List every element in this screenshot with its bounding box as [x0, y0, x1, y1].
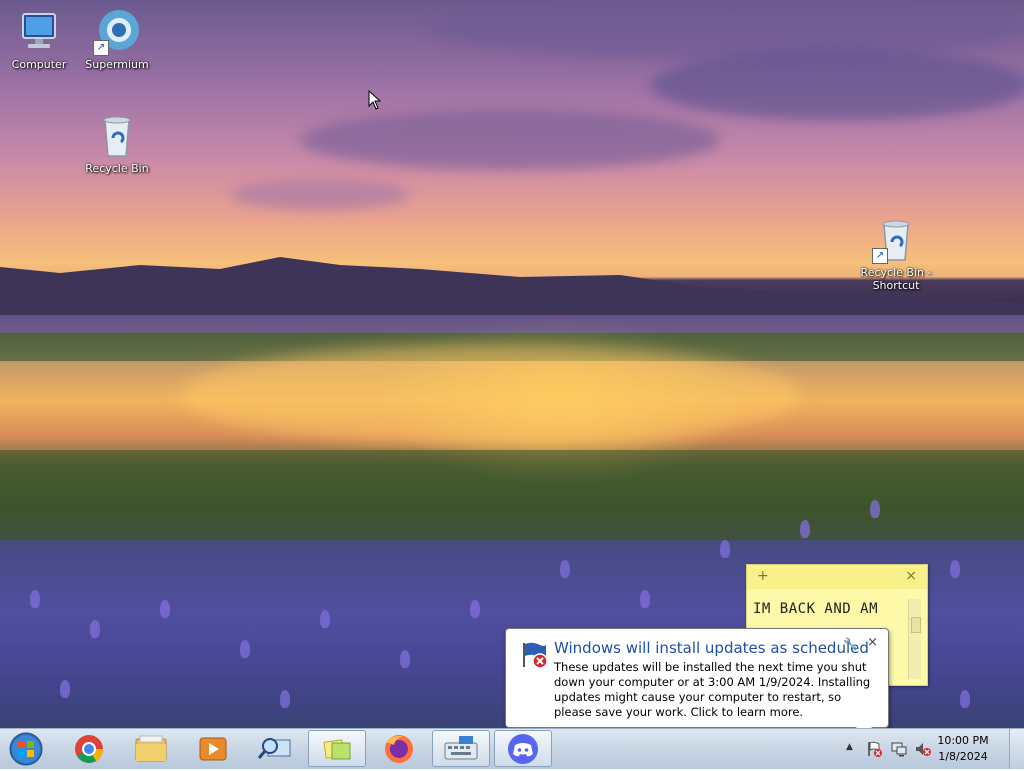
- taskbar-discord[interactable]: [494, 730, 552, 767]
- sticky-note-title-bar[interactable]: + ×: [747, 565, 927, 589]
- start-button[interactable]: [4, 731, 48, 767]
- taskbar-firefox[interactable]: [370, 730, 428, 767]
- media-player-icon: [199, 737, 227, 761]
- update-notification-balloon[interactable]: Windows will install updates as schedule…: [505, 628, 889, 739]
- shortcut-arrow-icon: ↗: [872, 248, 888, 264]
- folder-icon: [135, 735, 167, 762]
- clock-time: 10:00 PM: [937, 734, 989, 747]
- desktop-icon-label: Recycle Bin - Shortcut: [860, 266, 932, 292]
- keyboard-icon: [444, 736, 478, 760]
- windows-update-flag-icon: [523, 642, 548, 669]
- windows-orb-icon: [9, 732, 43, 766]
- network-icon[interactable]: [890, 740, 908, 758]
- taskbar-chrome[interactable]: [60, 730, 118, 767]
- taskbar-media-player[interactable]: [184, 730, 242, 767]
- taskbar-search[interactable]: [246, 730, 304, 767]
- close-notification-button[interactable]: ×: [867, 635, 878, 650]
- taskbar: ▲ 10:00 PM 1/8/2024: [0, 728, 1024, 769]
- desktop-icon-recycle-bin-shortcut[interactable]: ↗ Recycle Bin - Shortcut: [857, 216, 935, 292]
- mouse-cursor-icon: [368, 90, 382, 110]
- notification-options-icon[interactable]: 🔧: [843, 637, 858, 651]
- chrome-icon: [75, 735, 103, 763]
- scrollbar-thumb[interactable]: [911, 617, 921, 633]
- recycle-bin-icon: [93, 112, 141, 160]
- computer-icon: [15, 8, 63, 56]
- taskbar-sticky-notes[interactable]: [308, 730, 366, 767]
- sticky-note-text[interactable]: IM BACK AND AM: [753, 601, 878, 617]
- notification-title[interactable]: Windows will install updates as schedule…: [554, 639, 869, 657]
- desktop-icon-computer[interactable]: Computer: [0, 8, 78, 71]
- notification-body[interactable]: These updates will be installed the next…: [554, 660, 874, 720]
- close-note-button[interactable]: ×: [905, 568, 917, 584]
- magnifier-icon: [257, 738, 291, 759]
- system-clock[interactable]: 10:00 PM 1/8/2024: [928, 733, 998, 765]
- shortcut-arrow-icon: ↗: [93, 40, 109, 56]
- desktop-icon-supermium[interactable]: ↗ Supermium: [78, 8, 156, 71]
- clock-date: 1/8/2024: [938, 750, 988, 763]
- action-center-flag-icon[interactable]: [866, 740, 884, 758]
- desktop-icon-label: Supermium: [85, 58, 149, 71]
- firefox-icon: [385, 735, 413, 763]
- show-desktop-button[interactable]: [1009, 729, 1024, 769]
- taskbar-on-screen-keyboard[interactable]: [432, 730, 490, 767]
- show-hidden-icons-button[interactable]: ▲: [846, 742, 853, 752]
- add-note-button[interactable]: +: [757, 568, 769, 584]
- desktop-icon-label: Computer: [11, 58, 67, 71]
- sticky-notes-icon: [323, 739, 351, 760]
- taskbar-explorer[interactable]: [122, 730, 180, 767]
- discord-icon: [508, 734, 538, 764]
- sticky-note-scrollbar[interactable]: [908, 599, 921, 679]
- desktop-icon-recycle-bin[interactable]: Recycle Bin: [78, 112, 156, 175]
- desktop-icon-label: Recycle Bin: [85, 162, 149, 175]
- supermium-icon: ↗: [93, 8, 141, 56]
- recycle-bin-icon: ↗: [872, 216, 920, 264]
